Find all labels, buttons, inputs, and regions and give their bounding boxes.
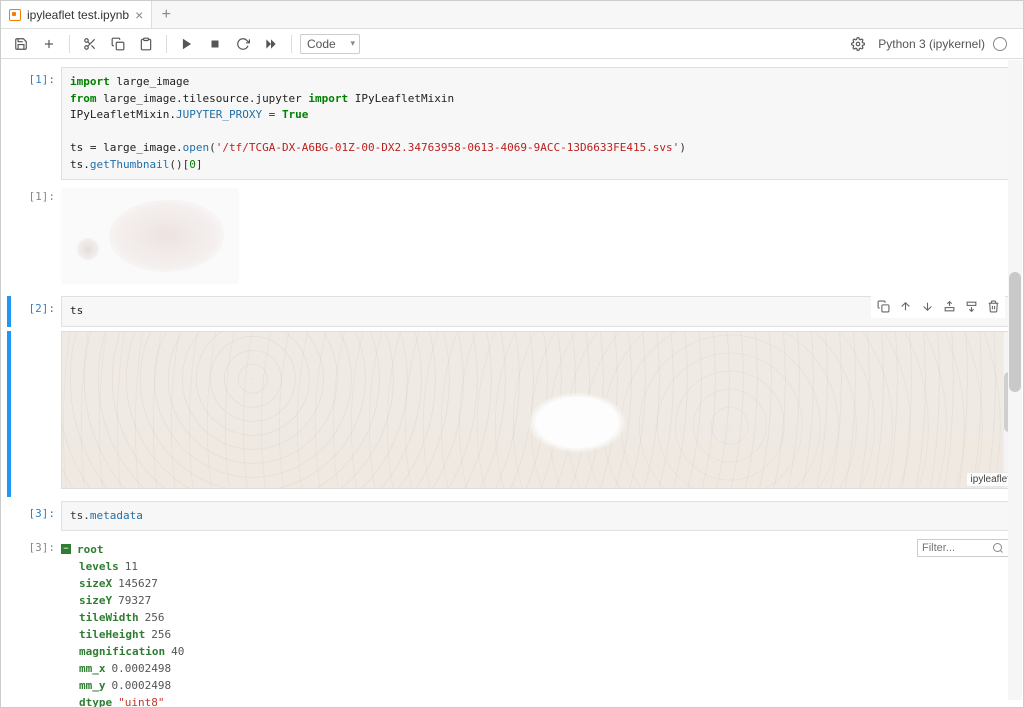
notebook-area: [1]: import large_image from large_image…: [1, 59, 1023, 707]
move-down-icon[interactable]: [917, 296, 937, 316]
save-button[interactable]: [9, 32, 33, 56]
tab-title: ipyleaflet test.ipynb: [27, 8, 129, 22]
divider: [166, 35, 167, 53]
in-prompt: [1]:: [11, 67, 61, 180]
cell-type-label: Code: [307, 37, 336, 51]
out-prompt: [11, 331, 61, 497]
insert-above-icon[interactable]: [939, 296, 959, 316]
stop-button[interactable]: [203, 32, 227, 56]
json-entry: dtype"uint8": [79, 694, 1017, 707]
code-input[interactable]: import large_image from large_image.tile…: [61, 67, 1017, 180]
thumbnail-image: [61, 188, 239, 284]
close-icon[interactable]: ×: [135, 7, 143, 23]
run-all-button[interactable]: [259, 32, 283, 56]
code-input[interactable]: ts.metadata: [61, 501, 1017, 532]
out-prompt: [3]:: [11, 535, 61, 707]
settings-icon[interactable]: [846, 32, 870, 56]
json-entry: magnification40: [79, 643, 1017, 660]
filter-input[interactable]: [917, 539, 1009, 557]
json-root[interactable]: −root: [61, 541, 1017, 558]
collapse-icon[interactable]: −: [61, 544, 71, 554]
move-up-icon[interactable]: [895, 296, 915, 316]
run-button[interactable]: [175, 32, 199, 56]
json-tree: −root levels11sizeX145627sizeY79327tileW…: [61, 539, 1017, 707]
code-cell[interactable]: [2]: ts: [7, 296, 1017, 327]
json-entry: sizeY79327: [79, 592, 1017, 609]
main-scrollbar[interactable]: [1008, 60, 1022, 700]
kernel-status-icon[interactable]: [993, 37, 1007, 51]
add-tab-button[interactable]: +: [152, 1, 180, 28]
search-icon: [992, 542, 1004, 554]
divider: [291, 35, 292, 53]
in-prompt: [3]:: [11, 501, 61, 532]
in-prompt: [2]:: [11, 296, 61, 327]
cell-type-select[interactable]: Code: [300, 34, 360, 54]
tab-bar: ipyleaflet test.ipynb × +: [1, 1, 1023, 29]
add-cell-button[interactable]: [37, 32, 61, 56]
filter-field[interactable]: [922, 542, 992, 554]
paste-button[interactable]: [134, 32, 158, 56]
json-entry: tileHeight256: [79, 626, 1017, 643]
delete-icon[interactable]: [983, 296, 1003, 316]
code-cell[interactable]: [3]: ts.metadata: [7, 501, 1017, 532]
json-entry: tileWidth256: [79, 609, 1017, 626]
out-prompt: [1]:: [11, 184, 61, 292]
output-cell: [3]: −root levels11sizeX145627sizeY79327…: [7, 535, 1017, 707]
kernel-name[interactable]: Python 3 (ipykernel): [878, 37, 985, 51]
output-cell: [1]:: [7, 184, 1017, 292]
cell-toolbar: [871, 294, 1005, 318]
notebook-tab[interactable]: ipyleaflet test.ipynb ×: [1, 1, 152, 28]
notebook-icon: [9, 9, 21, 21]
json-entry: levels11: [79, 558, 1017, 575]
copy-button[interactable]: [106, 32, 130, 56]
duplicate-icon[interactable]: [873, 296, 893, 316]
code-cell[interactable]: [1]: import large_image from large_image…: [7, 67, 1017, 180]
cut-button[interactable]: [78, 32, 102, 56]
divider: [69, 35, 70, 53]
json-entry: sizeX145627: [79, 575, 1017, 592]
json-entry: mm_y0.0002498: [79, 677, 1017, 694]
output-cell: ipyleaflet: [7, 331, 1017, 497]
toolbar: Code Python 3 (ipykernel): [1, 29, 1023, 59]
json-entry: mm_x0.0002498: [79, 660, 1017, 677]
restart-button[interactable]: [231, 32, 255, 56]
ipyleaflet-map[interactable]: ipyleaflet: [61, 331, 1017, 489]
insert-below-icon[interactable]: [961, 296, 981, 316]
